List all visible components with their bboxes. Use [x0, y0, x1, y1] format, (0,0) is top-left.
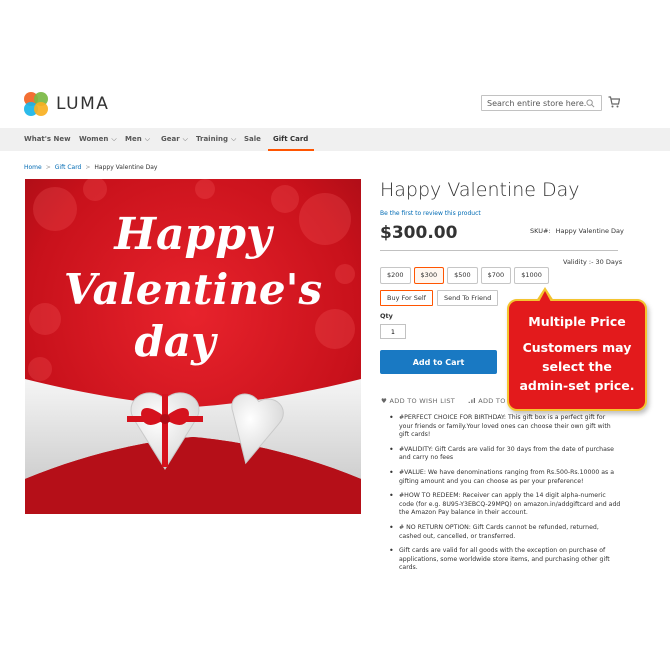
nav-label: Gear [161, 135, 180, 143]
description-item: # NO RETURN OPTION: Gift Cards cannot be… [389, 524, 621, 541]
luma-logo-text: LUMA [56, 94, 110, 114]
chevron-down-icon: ⌵ [144, 135, 151, 143]
svg-text:Happy: Happy [112, 209, 275, 260]
description-item: #HOW TO REDEEM: Receiver can apply the 1… [389, 492, 621, 518]
amount-option-700[interactable]: $700 [480, 267, 512, 284]
qty-input[interactable] [380, 324, 406, 339]
description-item: #VALUE: We have denominations ranging fr… [389, 469, 621, 486]
valentine-card-image: Happy Valentine's day [25, 179, 361, 514]
nav-label: Women [79, 135, 109, 143]
svg-text:day: day [135, 317, 219, 366]
chevron-down-icon: ⌵ [182, 135, 188, 143]
review-link[interactable]: Be the first to review this product [380, 210, 481, 217]
chevron-right-icon: > [85, 164, 91, 171]
amount-option-500[interactable]: $500 [447, 267, 478, 284]
search-box[interactable] [481, 95, 602, 111]
qty-label: Qty [380, 312, 393, 320]
amount-option-200[interactable]: $200 [380, 267, 411, 284]
validity-text: Validity :- 30 Days [563, 258, 623, 266]
nav-item-training[interactable]: Training ⌵ [196, 128, 236, 151]
product-title: Happy Valentine Day [380, 179, 580, 201]
heart-icon: ♥ [381, 397, 388, 405]
page-header: LUMA [0, 0, 670, 128]
amount-options: $200 $300 $500 $700 $1000 [380, 267, 549, 284]
sku-info: SKU#: Happy Valentine Day [530, 227, 624, 235]
svg-text:Valentine's: Valentine's [64, 265, 322, 314]
chevron-right-icon: > [45, 164, 51, 171]
callout-box: Multiple Price Customers may select the … [507, 299, 647, 411]
nav-item-sale[interactable]: Sale [244, 128, 261, 151]
luma-logo-icon [24, 92, 48, 116]
nav-label: Men [125, 135, 142, 143]
breadcrumb-current: Happy Valentine Day [94, 164, 158, 171]
nav-label: What's New [24, 135, 71, 143]
amount-option-1000[interactable]: $1000 [514, 267, 549, 284]
nav-label: Sale [244, 135, 261, 143]
amount-option-300[interactable]: $300 [413, 267, 445, 284]
search-icon[interactable] [586, 99, 595, 108]
chevron-down-icon: ⌵ [230, 135, 237, 143]
chevron-down-icon: ⌵ [111, 135, 117, 143]
compare-label: ADD TO [478, 397, 506, 405]
breadcrumb-category[interactable]: Gift Card [55, 164, 82, 171]
add-to-cart-button[interactable]: Add to Cart [380, 350, 497, 374]
callout-line: select the [542, 359, 612, 374]
add-to-wishlist-link[interactable]: ♥ ADD TO WISH LIST [381, 397, 455, 405]
breadcrumb-home[interactable]: Home [24, 164, 42, 171]
sku-value: Happy Valentine Day [555, 227, 624, 235]
main-nav: What's New Women ⌵ Men ⌵ Gear ⌵ Training ⌵ S… [0, 128, 670, 151]
description-item: #VALIDITY: Gift Cards are valid for 30 d… [389, 446, 621, 463]
cart-icon[interactable] [608, 96, 620, 108]
callout-title: Multiple Price [528, 314, 626, 329]
sku-label: SKU#: [530, 227, 551, 235]
send-to-friend-button[interactable]: Send To Friend [436, 290, 499, 306]
callout-line: Customers may [522, 340, 632, 355]
product-price: $300.00 [380, 223, 458, 243]
product-image[interactable]: Happy Valentine's day [25, 179, 361, 514]
compare-icon: .ıl [468, 397, 476, 405]
breadcrumb: Home > Gift Card > Happy Valentine Day [24, 164, 157, 171]
description-item: #PERFECT CHOICE FOR BIRTHDAY: This gift … [389, 414, 621, 440]
nav-label: Gift Card [273, 135, 309, 143]
buy-for-self-button[interactable]: Buy For Self [380, 290, 433, 306]
nav-item-gear[interactable]: Gear ⌵ [161, 128, 188, 151]
callout-line: admin-set price. [519, 378, 635, 393]
description-item: Gift cards are valid for all goods with … [389, 547, 621, 573]
divider [380, 250, 618, 251]
nav-label: Training [196, 135, 228, 143]
send-options: Buy For Self Send To Friend [380, 290, 499, 306]
callout-pointer-inner [539, 291, 551, 302]
product-description: #PERFECT CHOICE FOR BIRTHDAY: This gift … [389, 414, 621, 579]
add-to-compare-link[interactable]: .ıl ADD TO [468, 397, 506, 405]
luma-logo[interactable]: LUMA [24, 92, 109, 116]
nav-item-men[interactable]: Men ⌵ [125, 128, 150, 151]
nav-item-gift-card[interactable]: Gift Card [268, 128, 315, 151]
nav-item-women[interactable]: Women ⌵ [79, 128, 117, 151]
wishlist-label: ADD TO WISH LIST [389, 397, 456, 405]
nav-item-whats-new[interactable]: What's New [24, 128, 71, 151]
callout-body: Customers may select the admin-set price… [509, 338, 645, 395]
search-input[interactable] [487, 98, 587, 108]
